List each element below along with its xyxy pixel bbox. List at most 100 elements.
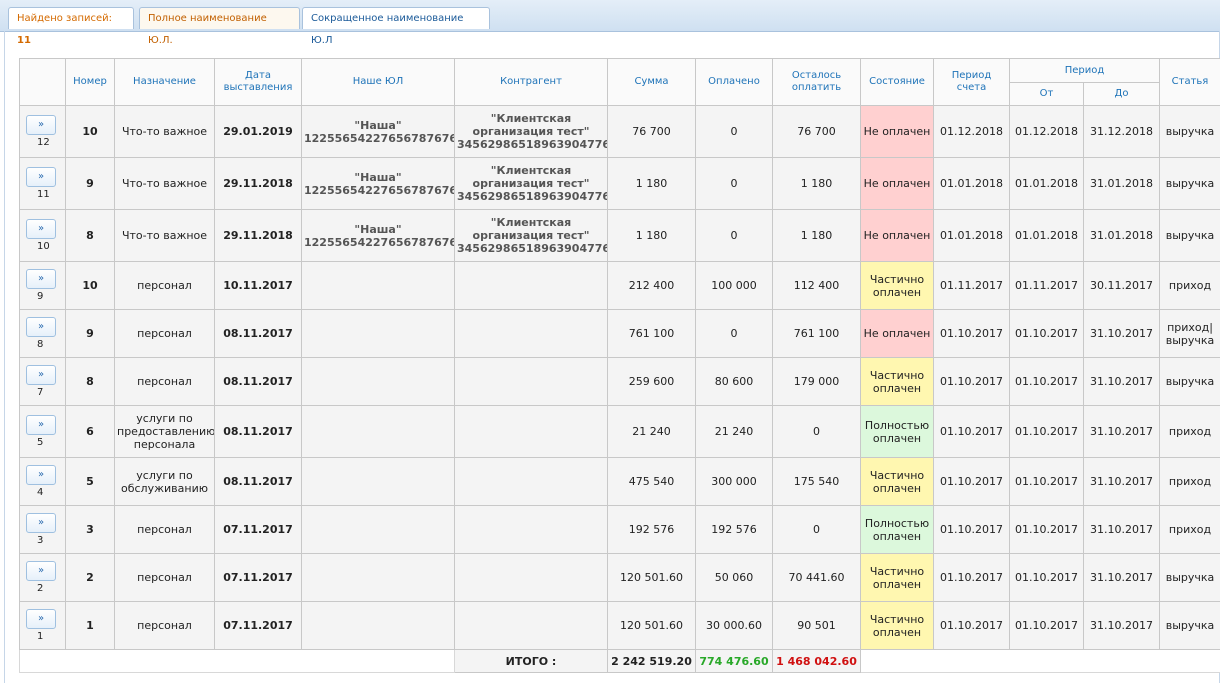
- row-action-cell: » 7: [19, 357, 66, 406]
- records-found-label: Найдено записей:: [17, 13, 113, 24]
- open-row-button[interactable]: »: [26, 166, 56, 187]
- header-counterparty[interactable]: Контрагент: [454, 58, 608, 106]
- tab-full-name[interactable]: Полное наименование Ю.Л.: [139, 7, 300, 46]
- cell-invoice-period: 01.10.2017: [933, 357, 1010, 406]
- cell-period-from: 01.11.2017: [1009, 261, 1084, 310]
- cell-our-entity: [301, 309, 455, 358]
- cell-article: выручка: [1159, 209, 1220, 262]
- cell-purpose: Что-то важное: [114, 157, 215, 210]
- cell-amount: 212 400: [607, 261, 696, 310]
- cell-number: 10: [65, 105, 115, 158]
- header-period: Период: [1009, 58, 1160, 83]
- counterparty-name: "Клиентская организация тест": [472, 216, 590, 242]
- header-period-from[interactable]: От: [1009, 82, 1084, 106]
- open-row-button[interactable]: »: [26, 114, 56, 135]
- cell-period-to: 31.10.2017: [1083, 601, 1160, 650]
- cell-remaining: 76 700: [772, 105, 861, 158]
- cell-issue-date: 29.11.2018: [214, 209, 302, 262]
- cell-number: 9: [65, 157, 115, 210]
- cell-remaining: 1 180: [772, 157, 861, 210]
- our-entity-name: "Наша": [354, 222, 402, 236]
- cell-our-entity: [301, 405, 455, 458]
- cell-article: выручка: [1159, 357, 1220, 406]
- header-article[interactable]: Статья: [1159, 58, 1220, 106]
- header-remaining[interactable]: Осталось оплатить: [772, 58, 861, 106]
- open-row-button[interactable]: »: [26, 464, 56, 485]
- row-index: 2: [37, 582, 44, 594]
- cell-period-to: 31.10.2017: [1083, 405, 1160, 458]
- open-row-button[interactable]: »: [26, 218, 56, 239]
- open-row-button[interactable]: »: [26, 364, 56, 385]
- row-action-cell: » 10: [19, 209, 66, 262]
- open-row-button[interactable]: »: [26, 512, 56, 533]
- cell-number: 8: [65, 209, 115, 262]
- cell-invoice-period: 01.10.2017: [933, 505, 1010, 554]
- row-action-cell: » 8: [19, 309, 66, 358]
- cell-paid: 0: [695, 309, 773, 358]
- status-badge: Частично оплачен: [860, 553, 934, 602]
- cell-article: приход: [1159, 505, 1220, 554]
- cell-amount: 475 540: [607, 457, 696, 506]
- cell-issue-date: 29.01.2019: [214, 105, 302, 158]
- cell-period-from: 01.01.2018: [1009, 157, 1084, 210]
- cell-issue-date: 07.11.2017: [214, 601, 302, 650]
- cell-issue-date: 08.11.2017: [214, 405, 302, 458]
- total-paid: 774 476.60: [695, 649, 773, 673]
- counterparty-id: 34562986518963904776: [457, 190, 608, 203]
- header-period-to[interactable]: До: [1083, 82, 1160, 106]
- cell-period-to: 31.10.2017: [1083, 357, 1160, 406]
- cell-issue-date: 07.11.2017: [214, 553, 302, 602]
- cell-period-from: 01.10.2017: [1009, 357, 1084, 406]
- open-row-button[interactable]: »: [26, 268, 56, 289]
- cell-issue-date: 08.11.2017: [214, 309, 302, 358]
- cell-period-to: 31.10.2017: [1083, 457, 1160, 506]
- header-status[interactable]: Состояние: [860, 58, 934, 106]
- cell-amount: 1 180: [607, 209, 696, 262]
- header-number[interactable]: Номер: [65, 58, 115, 106]
- cell-counterparty: [454, 505, 608, 554]
- header-issue-date[interactable]: Дата выставления: [214, 58, 302, 106]
- cell-paid: 50 060: [695, 553, 773, 602]
- totals-row: ИТОГО : 2 242 519.20 774 476.60 1 468 04…: [19, 649, 1220, 673]
- table-row: » 11 9 Что-то важное 29.11.2018 "Наша" 1225565…: [19, 157, 1220, 210]
- cell-counterparty: "Клиентская организация тест" 34562986518…: [454, 105, 608, 158]
- status-badge: Частично оплачен: [860, 261, 934, 310]
- open-row-button[interactable]: »: [26, 560, 56, 581]
- status-badge: Полностью оплачен: [860, 405, 934, 458]
- tab-records-found[interactable]: Найдено записей: 11: [8, 7, 134, 46]
- open-row-button[interactable]: »: [26, 316, 56, 337]
- header-amount[interactable]: Сумма: [607, 58, 696, 106]
- table-row: » 10 8 Что-то важное 29.11.2018 "Наша" 1225565…: [19, 209, 1220, 262]
- header-paid[interactable]: Оплачено: [695, 58, 773, 106]
- cell-our-entity: [301, 457, 455, 506]
- cell-article: приход: [1159, 457, 1220, 506]
- header-purpose[interactable]: Назначение: [114, 58, 215, 106]
- row-action-cell: » 3: [19, 505, 66, 554]
- cell-amount: 76 700: [607, 105, 696, 158]
- cell-purpose: Что-то важное: [114, 105, 215, 158]
- our-entity-name: "Наша": [354, 170, 402, 184]
- cell-invoice-period: 01.10.2017: [933, 405, 1010, 458]
- cell-our-entity: "Наша" 12255654227656787676: [301, 105, 455, 158]
- open-row-button[interactable]: »: [26, 414, 56, 435]
- cell-invoice-period: 01.10.2017: [933, 601, 1010, 650]
- row-index: 1: [37, 630, 44, 642]
- row-index: 3: [37, 534, 44, 546]
- counterparty-name: "Клиентская организация тест": [472, 112, 590, 138]
- cell-number: 9: [65, 309, 115, 358]
- row-index: 11: [37, 188, 50, 200]
- cell-remaining: 175 540: [772, 457, 861, 506]
- cell-amount: 761 100: [607, 309, 696, 358]
- tab-short-name[interactable]: Сокращенное наименование Ю.Л: [302, 7, 490, 46]
- cell-period-to: 31.01.2018: [1083, 157, 1160, 210]
- cell-period-from: 01.12.2018: [1009, 105, 1084, 158]
- cell-counterparty: "Клиентская организация тест" 34562986518…: [454, 157, 608, 210]
- header-our-entity[interactable]: Наше ЮЛ: [301, 58, 455, 106]
- cell-invoice-period: 01.11.2017: [933, 261, 1010, 310]
- open-row-button[interactable]: »: [26, 608, 56, 629]
- header-invoice-period[interactable]: Период счета: [933, 58, 1010, 106]
- cell-remaining: 0: [772, 505, 861, 554]
- status-badge: Частично оплачен: [860, 357, 934, 406]
- cell-amount: 1 180: [607, 157, 696, 210]
- cell-issue-date: 07.11.2017: [214, 505, 302, 554]
